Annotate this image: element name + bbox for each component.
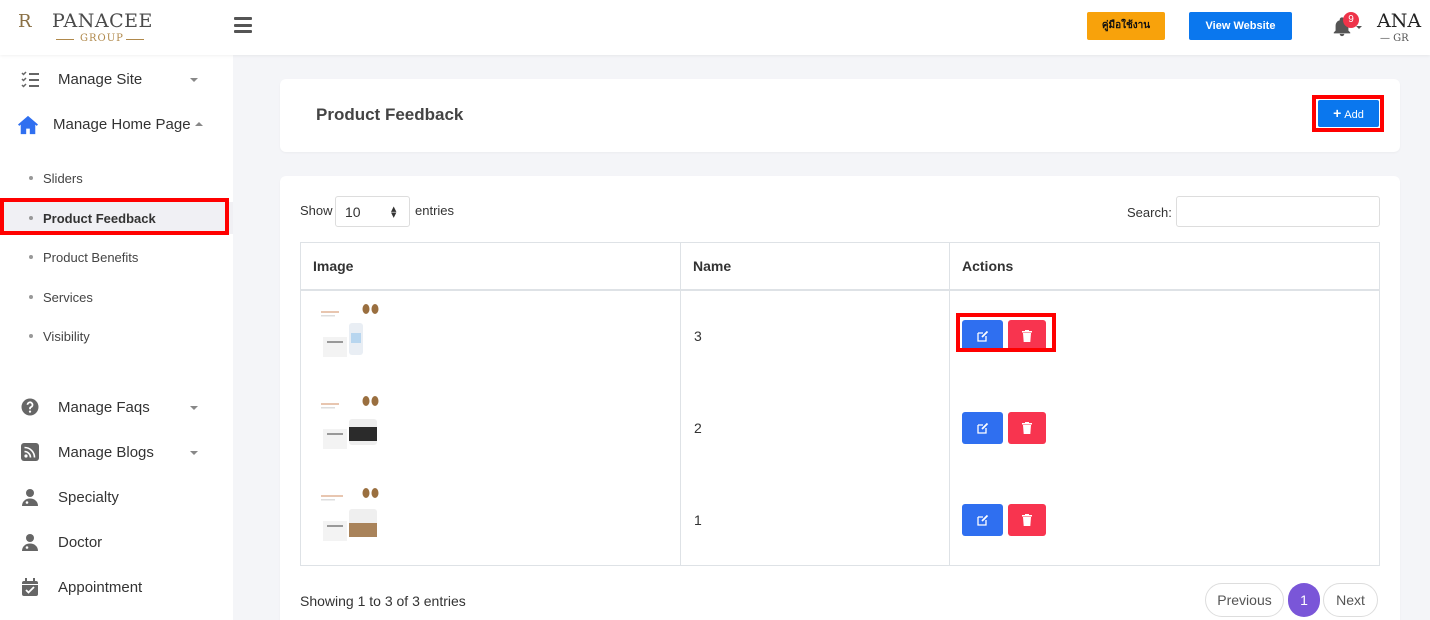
pagination-previous[interactable]: Previous	[1205, 583, 1284, 617]
bullet-dot	[29, 295, 33, 299]
trash-icon	[1022, 514, 1032, 526]
sidebar-subitem-product-benefits[interactable]: Product Benefits	[0, 241, 233, 273]
user-avatar-sub: — GR	[1380, 33, 1409, 44]
search-label: Search:	[1127, 205, 1172, 220]
delete-button[interactable]	[1008, 320, 1046, 352]
trash-icon	[1022, 330, 1032, 342]
sidebar-item-doctor[interactable]: Doctor	[0, 522, 233, 562]
user-doctor-icon	[22, 489, 38, 506]
row-name: 2	[694, 420, 702, 436]
logo-brand: PANACEE	[52, 10, 153, 32]
entries-select-value: 10	[345, 204, 361, 220]
sidebar-item-manage-home-page[interactable]: Manage Home Page	[0, 104, 233, 144]
add-button[interactable]: + Add	[1318, 100, 1379, 127]
chevron-down-icon	[190, 78, 198, 82]
sidebar-item-label: Manage Site	[58, 71, 143, 88]
logo-line-right	[126, 39, 144, 40]
sidebar-subitem-label: Services	[43, 290, 93, 305]
trash-icon	[1022, 422, 1032, 434]
chevron-down-icon	[190, 406, 198, 410]
column-header-label: Actions	[962, 258, 1014, 274]
question-icon	[21, 398, 39, 416]
logo-crest: R	[18, 11, 32, 32]
calendar-check-icon	[22, 578, 38, 596]
top-header: R PANACEE GROUP คู่มือใช้งาน View Websit…	[0, 0, 1430, 55]
sort-arrows-icon: ▲ ▼	[391, 205, 397, 219]
panacee-logo[interactable]: R PANACEE GROUP	[18, 9, 152, 45]
edit-button[interactable]	[962, 412, 1003, 444]
bullet-dot	[29, 334, 33, 338]
sidebar-item-label: Manage Blogs	[58, 444, 154, 461]
column-header-label: Name	[693, 258, 732, 274]
user-doctor-icon	[22, 534, 38, 551]
product-thumbnail	[319, 301, 381, 363]
column-header-actions: Actions	[950, 243, 1380, 289]
feedback-table: Image Name Actions 3 2 1	[300, 242, 1380, 566]
manual-button[interactable]: คู่มือใช้งาน	[1087, 12, 1165, 40]
sidebar-item-manage-faqs[interactable]: Manage Faqs	[0, 387, 233, 427]
plus-icon: +	[1333, 105, 1342, 121]
sidebar-item-appointment[interactable]: Appointment	[0, 567, 233, 607]
logo-sub: GROUP	[80, 33, 124, 44]
logo-line-left	[56, 39, 74, 40]
bullet-dot	[29, 216, 33, 220]
edit-button[interactable]	[962, 320, 1003, 352]
column-header-image[interactable]: Image	[301, 243, 681, 289]
sidebar-subitem-visibility[interactable]: Visibility	[0, 320, 233, 352]
sidebar-item-manage-blogs[interactable]: Manage Blogs	[0, 432, 233, 472]
home-icon	[18, 115, 38, 135]
edit-icon	[976, 514, 988, 526]
sidebar: Manage Site Manage Home Page Sliders Pro…	[0, 55, 233, 620]
product-thumbnail	[319, 485, 381, 547]
edit-icon	[976, 330, 988, 342]
delete-button[interactable]	[1008, 504, 1046, 536]
chevron-up-icon	[195, 122, 203, 126]
sidebar-item-label: Manage Home Page	[53, 116, 191, 133]
edit-icon	[976, 422, 988, 434]
add-button-label: Add	[1344, 109, 1364, 121]
column-header-label: Image	[313, 258, 354, 274]
table-row: 3	[301, 291, 1379, 383]
row-name: 1	[694, 512, 702, 528]
product-thumbnail	[319, 393, 381, 455]
chevron-down-icon	[190, 451, 198, 455]
sidebar-item-specialty[interactable]: Specialty	[0, 477, 233, 517]
entries-select[interactable]: 10 ▲ ▼	[335, 196, 410, 227]
hamburger-menu-icon[interactable]	[234, 17, 252, 33]
row-name: 3	[694, 328, 702, 344]
sidebar-subitem-label: Product Benefits	[43, 250, 139, 265]
pagination-next[interactable]: Next	[1323, 583, 1378, 617]
bullet-dot	[29, 176, 33, 180]
sidebar-item-label: Manage Faqs	[58, 399, 150, 416]
sidebar-subitem-label: Visibility	[43, 329, 90, 344]
show-label: Show	[300, 203, 333, 218]
column-header-name[interactable]: Name	[681, 243, 950, 289]
chevron-down-icon[interactable]	[1356, 26, 1362, 29]
view-website-button[interactable]: View Website	[1189, 12, 1292, 40]
pagination-page-current[interactable]: 1	[1288, 583, 1320, 617]
edit-button[interactable]	[962, 504, 1003, 536]
rss-icon	[21, 443, 39, 461]
sidebar-subitem-sliders[interactable]: Sliders	[0, 162, 233, 194]
user-avatar-logo[interactable]: ANA	[1377, 10, 1421, 32]
sidebar-item-label: Appointment	[58, 579, 143, 596]
sidebar-item-label: Doctor	[58, 534, 103, 551]
sidebar-subitem-label: Product Feedback	[43, 211, 156, 226]
search-input[interactable]	[1176, 196, 1380, 227]
sidebar-item-label: Specialty	[58, 489, 119, 506]
sidebar-item-manage-site[interactable]: Manage Site	[0, 59, 233, 99]
pagination-summary: Showing 1 to 3 of 3 entries	[300, 593, 466, 609]
page-title: Product Feedback	[316, 105, 464, 124]
delete-button[interactable]	[1008, 412, 1046, 444]
checklist-icon	[21, 71, 39, 88]
sidebar-subitem-label: Sliders	[43, 171, 83, 186]
sidebar-subitem-services[interactable]: Services	[0, 281, 233, 313]
sidebar-subitem-product-feedback[interactable]: Product Feedback	[0, 202, 233, 234]
bullet-dot	[29, 255, 33, 259]
table-row: 2	[301, 383, 1379, 475]
entries-label: entries	[415, 203, 455, 218]
table-row: 1	[301, 475, 1379, 567]
